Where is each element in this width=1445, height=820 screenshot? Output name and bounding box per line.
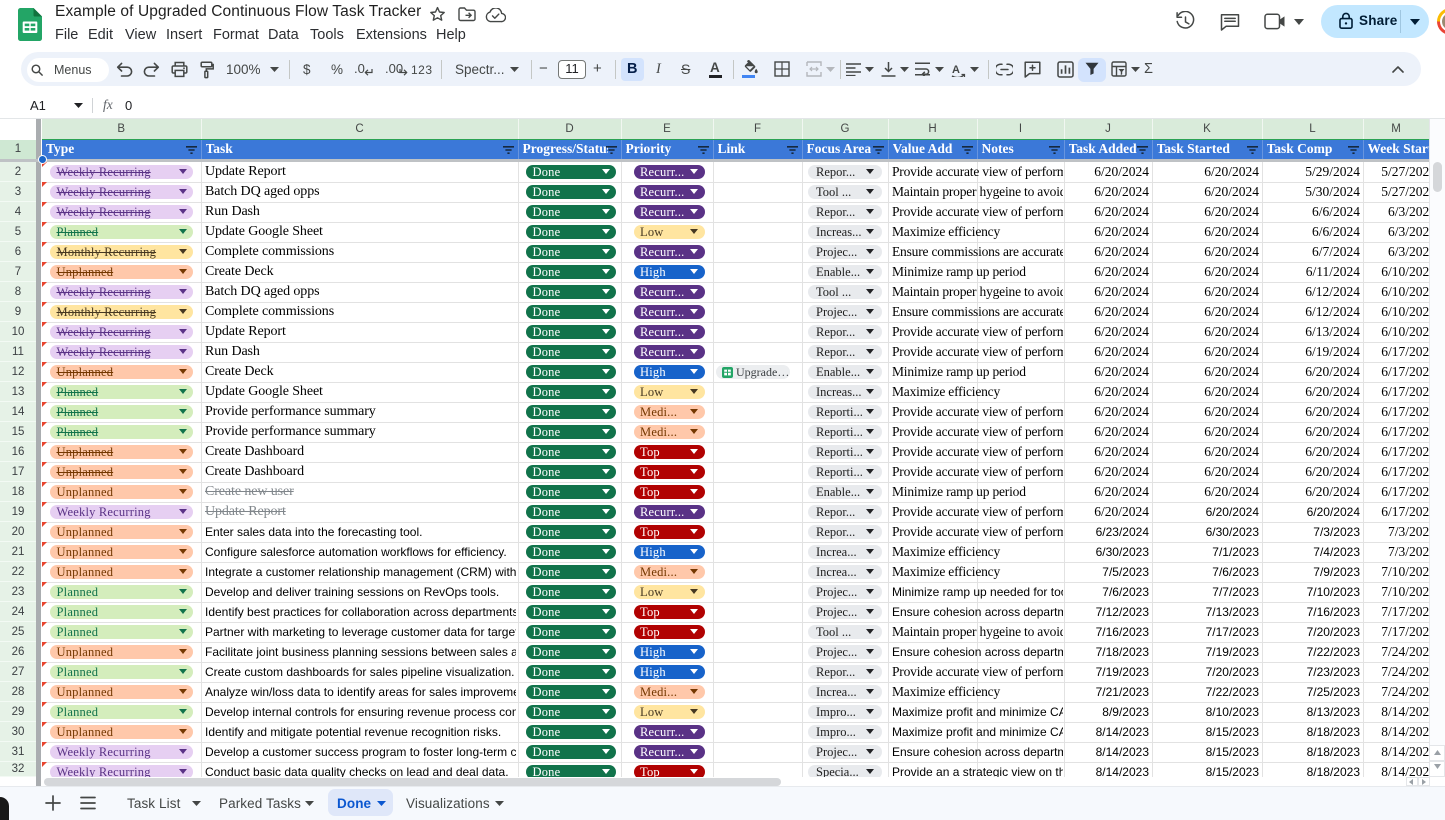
svg-text:A: A [952, 64, 960, 76]
